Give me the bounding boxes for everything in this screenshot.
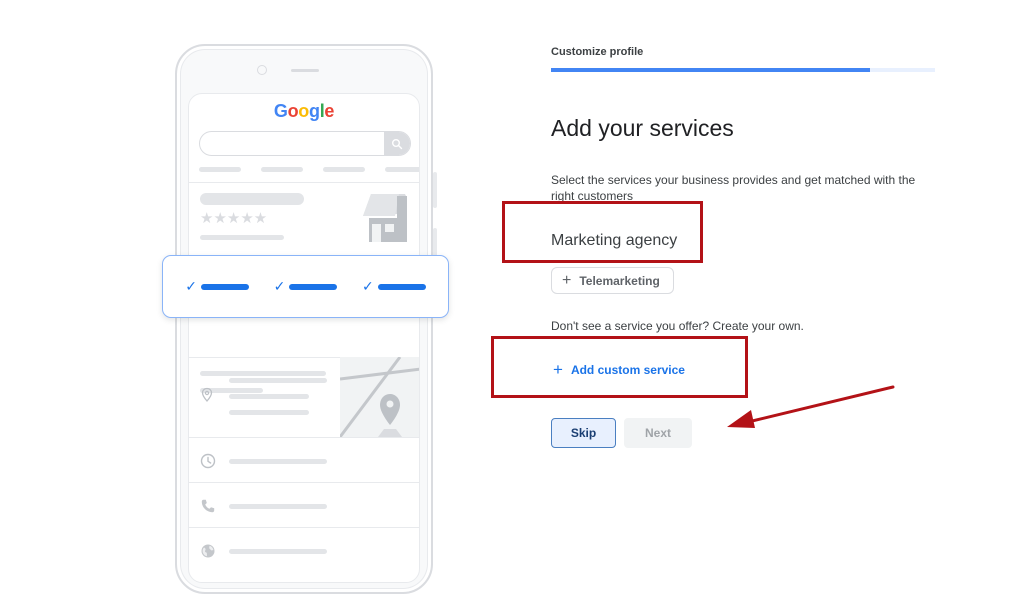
globe-icon (201, 544, 215, 558)
check-bar (201, 283, 250, 290)
annotation-arrow-icon (727, 385, 895, 428)
page-description: Select the services your business provid… (551, 173, 916, 203)
location-pin-icon (201, 387, 213, 402)
placeholder-line (229, 378, 327, 383)
check-item: ✓ (274, 278, 338, 295)
progress-bar (551, 68, 935, 72)
placeholder-title (200, 193, 304, 205)
plus-icon: + (562, 271, 572, 289)
phone-camera (257, 65, 267, 75)
placeholder-line (323, 167, 365, 172)
skip-button[interactable]: Skip (551, 418, 616, 448)
phone-illustration: Google ★★★★★ › (175, 44, 437, 594)
placeholder-line (229, 459, 327, 464)
checkmark-icon: ✓ (361, 278, 374, 294)
placeholder-line (385, 167, 419, 172)
clock-icon (200, 453, 216, 469)
map-pin-icon (378, 394, 402, 437)
mock-search-bar (199, 131, 411, 156)
divider (189, 437, 419, 438)
placeholder-line (261, 167, 303, 172)
storefront-icon (363, 194, 407, 242)
placeholder-line (229, 410, 309, 415)
google-logo: Google (273, 101, 335, 121)
divider (189, 482, 419, 483)
custom-service-hint: Don't see a service you offer? Create yo… (551, 319, 804, 333)
check-item: ✓ (362, 278, 426, 295)
phone-screen: Google ★★★★★ › (188, 93, 420, 583)
service-chip-telemarketing[interactable]: + Telemarketing (551, 267, 674, 294)
check-bar (377, 283, 426, 290)
divider (189, 182, 419, 183)
check-bar (289, 283, 338, 290)
progress-fill (551, 68, 870, 72)
annotation-highlight-box (491, 336, 748, 398)
placeholder-line (229, 394, 309, 399)
phone-icon (201, 499, 215, 513)
phone-side-button (433, 172, 437, 208)
map-thumbnail (340, 357, 419, 437)
placeholder-line (200, 371, 326, 376)
placeholder-line (200, 235, 284, 240)
phone-speaker (291, 69, 319, 72)
next-button[interactable]: Next (624, 418, 692, 448)
placeholder-line (229, 549, 327, 554)
check-item: ✓ (185, 278, 250, 295)
page-title: Add your services (551, 115, 734, 141)
checkmark-icon: ✓ (185, 278, 198, 294)
annotation-highlight-box (502, 201, 703, 263)
divider (189, 527, 419, 528)
placeholder-line (229, 504, 327, 509)
service-chip-label: Telemarketing (579, 273, 660, 288)
services-checklist-card: ✓ ✓ ✓ (162, 255, 449, 318)
star-icon: ★★★★★ (200, 210, 268, 227)
checkmark-icon: ✓ (273, 278, 286, 294)
search-icon (384, 132, 410, 155)
placeholder-line (199, 167, 241, 172)
step-label: Customize profile (551, 46, 644, 58)
